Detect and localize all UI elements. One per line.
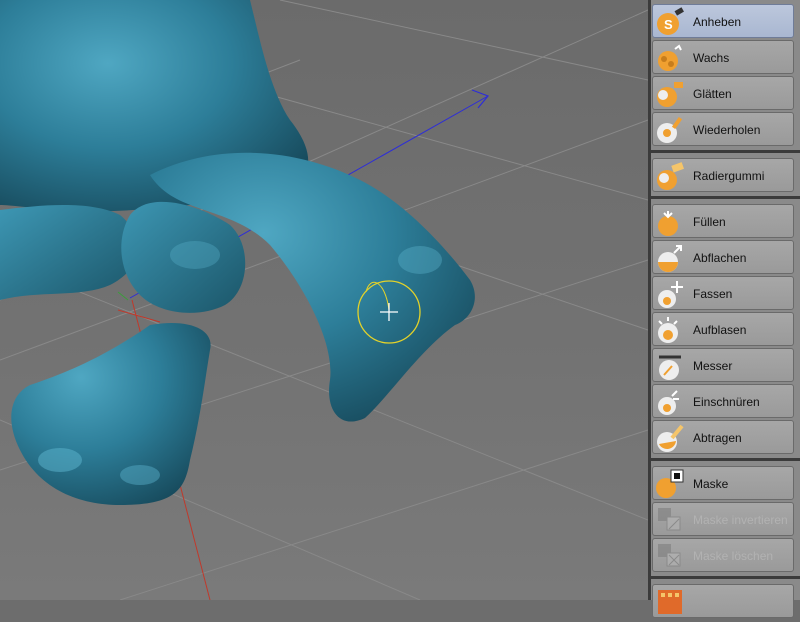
viewport-scene	[0, 0, 648, 600]
tool-label: Abflachen	[693, 251, 747, 265]
tool-aufblasen[interactable]: Aufblasen	[652, 312, 794, 346]
tool-label: Maske	[693, 477, 729, 491]
tool-label: Fassen	[693, 287, 733, 301]
messer-brush-icon	[655, 351, 685, 381]
tool-label: Messer	[693, 359, 733, 373]
tool-label: Aufblasen	[693, 323, 747, 337]
tool-einschnueren[interactable]: Einschnüren	[652, 384, 794, 418]
tool-glaetten[interactable]: Glätten	[652, 76, 794, 110]
tool-partially-visible[interactable]	[652, 584, 794, 618]
sculpt-layer-icon	[655, 587, 685, 617]
tool-label: Maske löschen	[693, 549, 774, 563]
anheben-brush-icon: S	[655, 7, 685, 37]
tool-label: Füllen	[693, 215, 726, 229]
separator	[651, 576, 800, 579]
tool-maske-invertieren[interactable]: Maske invertieren	[652, 502, 794, 536]
tool-messer[interactable]: Messer	[652, 348, 794, 382]
tool-label: Maske invertieren	[693, 513, 788, 527]
svg-text:S: S	[664, 17, 673, 32]
tool-label: Abtragen	[693, 431, 742, 445]
einschnueren-brush-icon	[655, 387, 685, 417]
tool-label: Radiergummi	[693, 169, 765, 183]
x-axis-line-2	[117, 309, 161, 323]
radiergummi-brush-icon	[655, 161, 685, 191]
tool-fassen[interactable]: Fassen	[652, 276, 794, 310]
tool-radiergummi[interactable]: Radiergummi	[652, 158, 794, 192]
tool-fuellen[interactable]: Füllen	[652, 204, 794, 238]
tool-label: Einschnüren	[693, 395, 760, 409]
maske-brush-icon	[655, 469, 685, 499]
tool-label: Anheben	[693, 15, 742, 29]
sculpt-tools-panel: S Anheben Wachs Glätten Wiederholen Radi…	[651, 0, 800, 618]
fassen-brush-icon	[655, 279, 685, 309]
z-axis-arrow	[471, 89, 490, 109]
wiederholen-brush-icon	[655, 115, 685, 145]
sculpt-object	[0, 0, 475, 505]
tool-label: Glätten	[693, 87, 732, 101]
tool-label: Wachs	[693, 51, 730, 65]
tool-abflachen[interactable]: Abflachen	[652, 240, 794, 274]
fuellen-brush-icon	[655, 207, 685, 237]
glaetten-brush-icon	[655, 79, 685, 109]
separator	[651, 458, 800, 461]
tool-label: Wiederholen	[693, 123, 761, 137]
aufblasen-brush-icon	[655, 315, 685, 345]
tool-wiederholen[interactable]: Wiederholen	[652, 112, 794, 146]
wachs-brush-icon	[655, 43, 685, 73]
3d-viewport[interactable]	[0, 0, 648, 600]
tool-maske[interactable]: Maske	[652, 466, 794, 500]
maske-invertieren-icon	[655, 505, 685, 535]
abtragen-brush-icon	[655, 423, 685, 453]
abflachen-brush-icon	[655, 243, 685, 273]
tool-abtragen[interactable]: Abtragen	[652, 420, 794, 454]
tool-anheben[interactable]: S Anheben	[652, 4, 794, 38]
tool-wachs[interactable]: Wachs	[652, 40, 794, 74]
maske-loeschen-icon	[655, 541, 685, 571]
tool-maske-loeschen[interactable]: Maske löschen	[652, 538, 794, 572]
separator	[651, 150, 800, 153]
separator	[651, 196, 800, 199]
y-axis-line	[117, 291, 129, 301]
